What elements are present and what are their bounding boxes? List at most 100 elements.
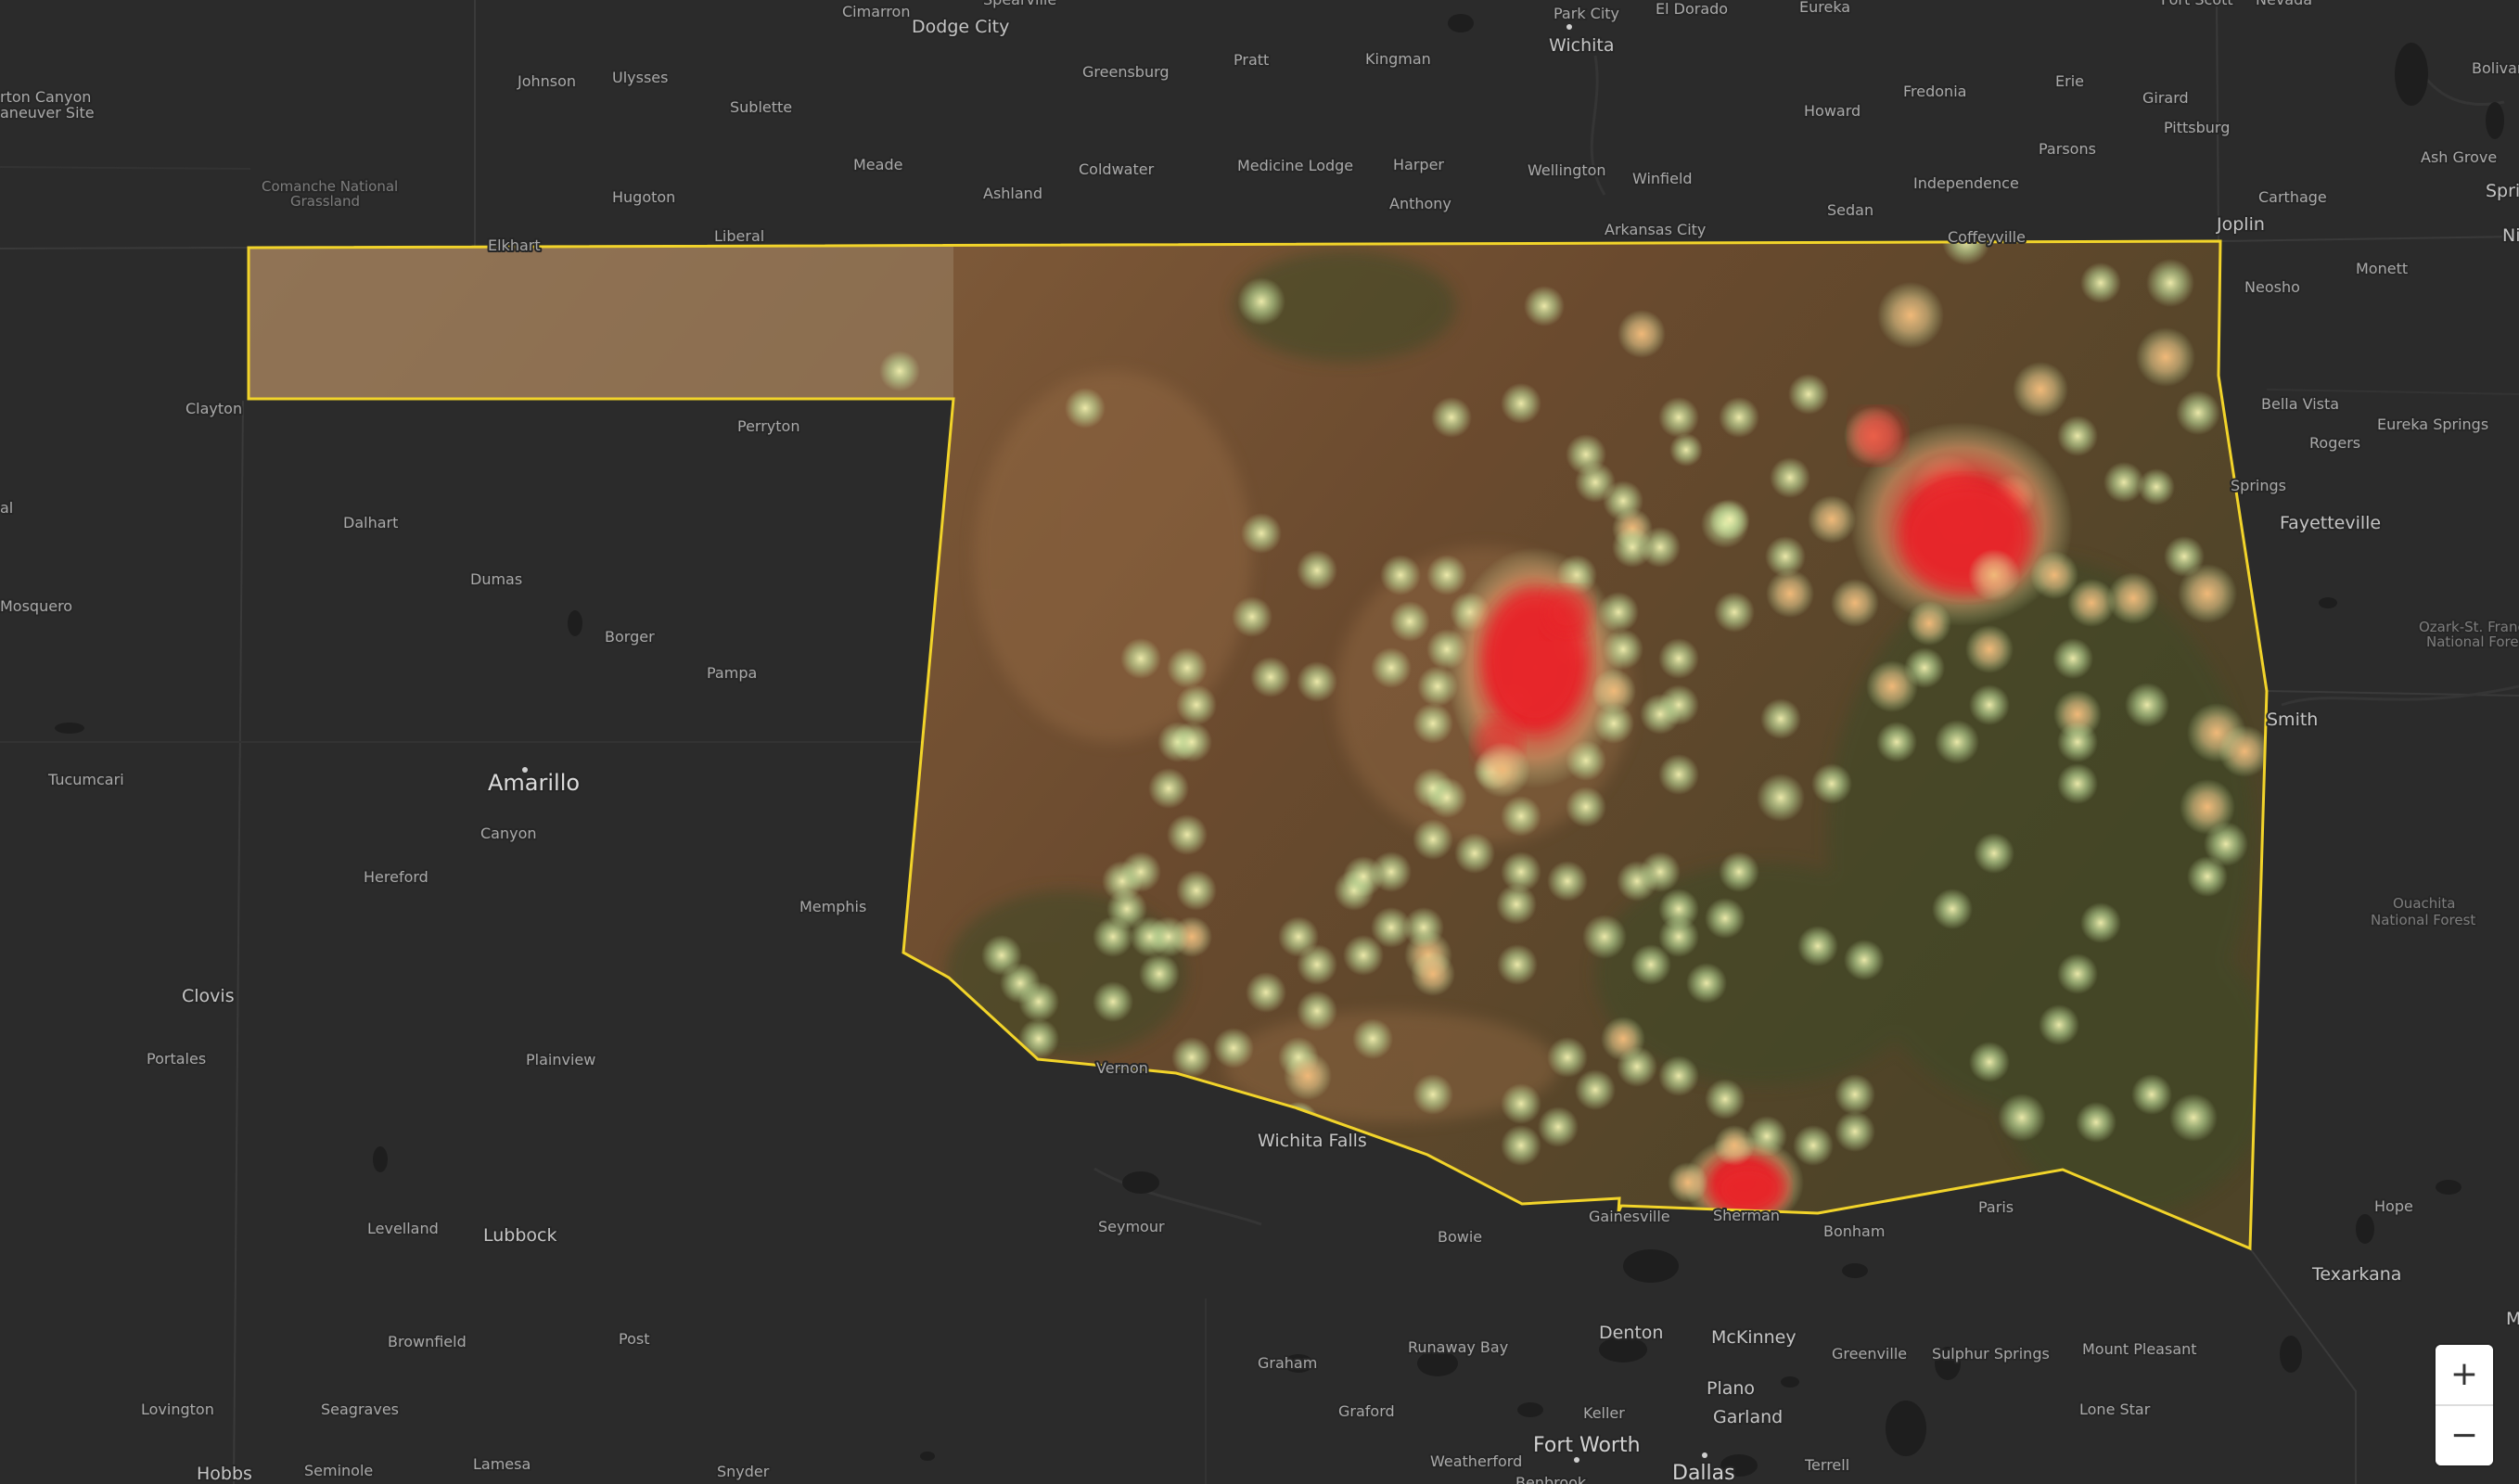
label-independence: Independence <box>1913 174 2019 192</box>
label-cimarron: Cimarron <box>842 3 910 20</box>
label-girard: Girard <box>2142 89 2189 107</box>
label-hobbs: Hobbs <box>197 1464 252 1484</box>
label-mtn-edge: al <box>0 499 13 517</box>
label-keller: Keller <box>1583 1404 1625 1422</box>
label-perryton: Perryton <box>737 417 799 435</box>
label-snyder: Snyder <box>717 1463 770 1480</box>
label-lone-star: Lone Star <box>2079 1401 2151 1418</box>
label-nixa: Ni <box>2502 225 2519 246</box>
label-seymour: Seymour <box>1098 1218 1165 1235</box>
label-clovis: Clovis <box>182 986 235 1006</box>
label-winfield: Winfield <box>1632 170 1693 187</box>
label-texarkana: Texarkana <box>2311 1264 2401 1285</box>
label-post: Post <box>619 1330 649 1348</box>
label-bella-vista: Bella Vista <box>2261 395 2339 413</box>
label-amarillo: Amarillo <box>488 770 580 796</box>
label-terrell: Terrell <box>1804 1456 1849 1474</box>
label-liberal: Liberal <box>714 227 764 245</box>
label-mount-pleasant: Mount Pleasant <box>2082 1340 2197 1358</box>
label-wichita: Wichita <box>1549 35 1615 56</box>
label-memphis: Memphis <box>799 898 866 915</box>
label-springfield: Spri <box>2486 181 2519 201</box>
label-fayetteville: Fayetteville <box>2280 513 2381 533</box>
label-sulphur-springs: Sulphur Springs <box>1932 1345 2050 1362</box>
label-vernon: Vernon <box>1096 1059 1148 1077</box>
label-brownfield: Brownfield <box>388 1333 467 1350</box>
label-lubbock: Lubbock <box>483 1225 557 1246</box>
label-springdale: Springs <box>2231 477 2286 494</box>
label-sublette: Sublette <box>730 98 792 116</box>
label-ouachita-forest-2: National Forest <box>2371 912 2475 928</box>
label-pampa: Pampa <box>707 664 757 682</box>
label-greensburg: Greensburg <box>1082 63 1170 81</box>
label-dodge-city: Dodge City <box>912 17 1009 37</box>
label-park-city: Park City <box>1554 5 1619 22</box>
label-benbrook: Benbrook <box>1515 1474 1587 1484</box>
label-paris: Paris <box>1978 1198 2014 1216</box>
label-ouachita-forest-1: Ouachita <box>2393 895 2456 912</box>
label-mckinney: McKinney <box>1711 1327 1797 1348</box>
label-wellington: Wellington <box>1528 161 1606 179</box>
label-harper: Harper <box>1393 156 1444 173</box>
label-erie: Erie <box>2055 72 2084 90</box>
label-lamesa: Lamesa <box>473 1455 531 1473</box>
label-gainesville: Gainesville <box>1589 1208 1670 1225</box>
label-fort-scott: Fort Scott <box>2161 0 2233 8</box>
label-bolivar: Bolivar <box>2472 59 2519 77</box>
label-hope: Hope <box>2374 1197 2413 1215</box>
label-seagraves: Seagraves <box>321 1401 399 1418</box>
label-ozark-forest-2: National Fores <box>2426 633 2519 650</box>
label-eureka-springs: Eureka Springs <box>2377 416 2488 433</box>
label-ashland: Ashland <box>983 185 1042 202</box>
label-howard: Howard <box>1804 102 1860 120</box>
label-ulysses: Ulysses <box>612 69 668 86</box>
label-ma-edge: M <box>2506 1309 2519 1329</box>
label-tucumcari: Tucumcari <box>47 771 124 788</box>
label-coffeyville: Coffeyville <box>1948 228 2026 246</box>
zoom-out-button[interactable]: − <box>2436 1406 2493 1465</box>
label-meade: Meade <box>853 156 902 173</box>
label-comanche-grassland-2: Grassland <box>290 193 360 210</box>
label-lovington: Lovington <box>141 1401 214 1418</box>
label-neosho: Neosho <box>2244 278 2300 296</box>
label-seminole: Seminole <box>304 1462 373 1479</box>
label-plano: Plano <box>1707 1378 1755 1399</box>
label-portales: Portales <box>147 1050 206 1068</box>
label-johnson: Johnson <box>517 72 576 90</box>
label-greenville: Greenville <box>1832 1345 1907 1362</box>
label-eureka: Eureka <box>1799 0 1850 16</box>
label-joplin: Joplin <box>2216 214 2265 235</box>
label-spearville: Spearville <box>983 0 1056 8</box>
label-levelland: Levelland <box>367 1220 439 1237</box>
label-hereford: Hereford <box>364 868 428 886</box>
label-weatherford: Weatherford <box>1430 1452 1522 1470</box>
label-bowie: Bowie <box>1438 1228 1482 1246</box>
label-garland: Garland <box>1713 1407 1783 1427</box>
zoom-control: + − <box>2436 1345 2493 1465</box>
label-el-dorado: El Dorado <box>1656 0 1728 18</box>
label-clayton: Clayton <box>185 400 242 417</box>
label-parsons: Parsons <box>2039 140 2096 158</box>
label-pittsburg: Pittsburg <box>2164 119 2230 136</box>
zoom-in-button[interactable]: + <box>2436 1345 2493 1404</box>
label-coldwater: Coldwater <box>1079 160 1155 178</box>
label-pratt: Pratt <box>1234 51 1269 69</box>
label-mosquero: Mosquero <box>0 597 72 615</box>
map-canvas[interactable]: Cimarron Dodge City Spearville Park City… <box>0 0 2519 1484</box>
label-kingman: Kingman <box>1365 50 1431 68</box>
label-maneuver-site: aneuver Site <box>0 104 95 122</box>
label-fredonia: Fredonia <box>1903 83 1966 100</box>
label-dalhart: Dalhart <box>343 514 398 531</box>
label-dallas: Dallas <box>1672 1462 1735 1484</box>
label-borger: Borger <box>605 628 655 646</box>
label-graford: Graford <box>1338 1402 1395 1420</box>
label-medicine-lodge: Medicine Lodge <box>1237 157 1353 174</box>
label-fort-worth: Fort Worth <box>1533 1434 1641 1457</box>
label-arkansas-city: Arkansas City <box>1605 221 1706 238</box>
label-elkhart: Elkhart <box>488 237 541 254</box>
label-graham: Graham <box>1258 1354 1317 1372</box>
label-carthage: Carthage <box>2258 188 2327 206</box>
map-svg[interactable]: Cimarron Dodge City Spearville Park City… <box>0 0 2519 1484</box>
label-canyon: Canyon <box>480 825 537 842</box>
label-plainview: Plainview <box>526 1051 595 1068</box>
